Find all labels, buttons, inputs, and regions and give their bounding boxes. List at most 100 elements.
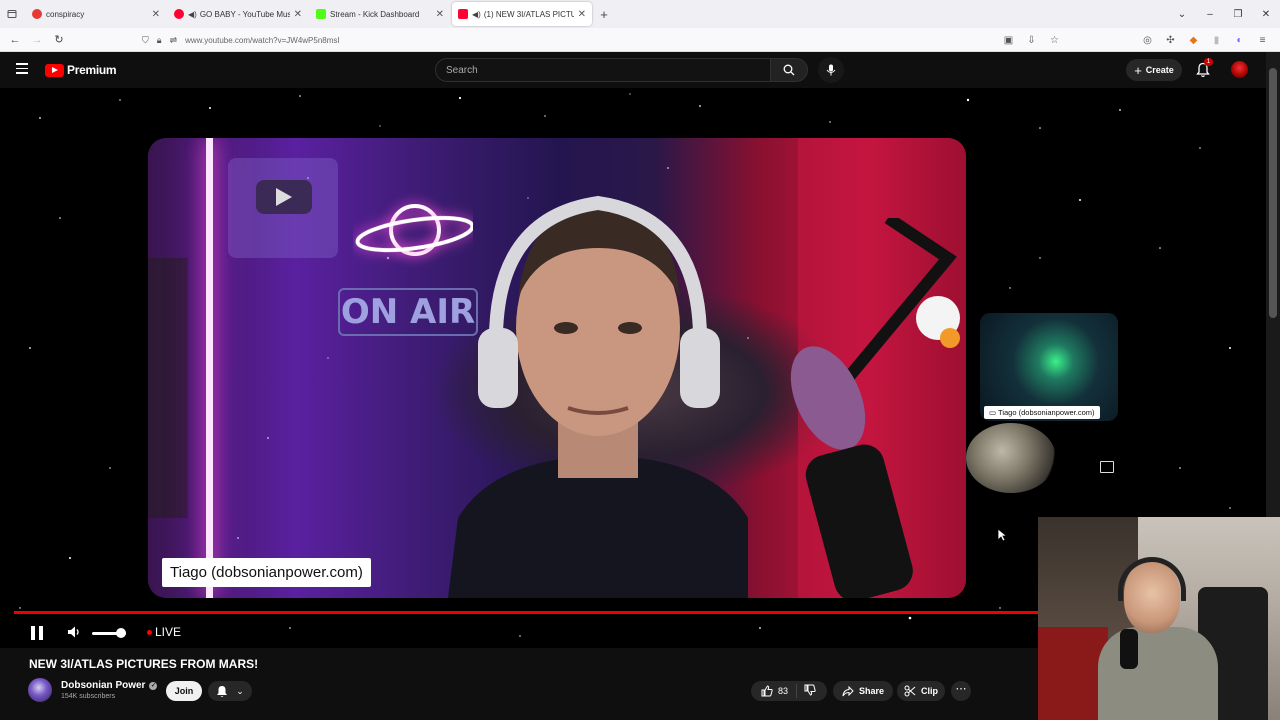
tab-list-button[interactable] [0, 0, 24, 28]
logo-text: Premium [67, 63, 117, 77]
speaker-icon[interactable]: ◀) [188, 10, 197, 19]
channel-avatar[interactable] [28, 678, 52, 702]
clip-button[interactable]: Clip [897, 681, 945, 701]
miniplayer-icon[interactable] [1100, 461, 1114, 473]
picture-in-picture-icon[interactable]: ▣ [997, 35, 1020, 46]
volume-icon[interactable] [66, 624, 82, 640]
chevron-down-icon: ⌄ [236, 685, 244, 696]
tab-youtube-music[interactable]: ◀) GO BABY - YouTube Music ✕ [168, 2, 308, 26]
search-input[interactable] [436, 59, 770, 81]
scissors-icon [904, 685, 916, 697]
share-arrow-icon [842, 685, 854, 696]
thumbs-down-icon [804, 684, 816, 696]
progress-bar[interactable] [14, 611, 1038, 614]
close-window-icon[interactable]: ✕ [1252, 9, 1280, 20]
bell-icon [217, 685, 228, 697]
player-controls: LIVE [0, 618, 1040, 648]
notification-badge: 1 [1204, 58, 1213, 66]
pip-label: ▭ Tiago (dobsonianpower.com) [984, 406, 1100, 419]
join-button[interactable]: Join [166, 681, 202, 701]
youtube-logo-icon [45, 63, 64, 77]
create-label: Create [1145, 65, 1174, 75]
dislike-button[interactable] [797, 684, 816, 698]
voice-search-button[interactable] [818, 57, 844, 83]
back-icon[interactable]: ← [4, 34, 26, 46]
share-label: Share [858, 686, 884, 696]
plus-icon: + [1134, 62, 1142, 78]
tab-close-icon[interactable]: ✕ [294, 9, 302, 20]
pip-label-text: Tiago (dobsonianpower.com) [998, 408, 1095, 417]
video-frame[interactable]: ON AIR Tiago (dobsonianpower.com) [148, 138, 966, 598]
metamask-icon[interactable]: ◆ [1182, 35, 1205, 46]
assistant-icon[interactable]: ◐ [1228, 35, 1251, 46]
youtube-premium-logo[interactable]: Premium [45, 63, 117, 77]
tab-kick-dashboard[interactable]: Stream - Kick Dashboard ✕ [310, 2, 450, 26]
lock-icon[interactable]: 🔒︎ [157, 35, 162, 46]
tab-title: conspiracy [46, 9, 85, 19]
menu-icon[interactable]: ≡ [1251, 35, 1274, 46]
volume-slider-knob[interactable] [116, 628, 126, 638]
share-button[interactable]: Share [833, 681, 893, 701]
url-text[interactable]: www.youtube.com/watch?v=JW4wP5n8msI [185, 36, 340, 45]
asteroid-image [966, 423, 1056, 493]
tab-conspiracy[interactable]: conspiracy ✕ [26, 2, 166, 26]
audio-extension-icon[interactable]: ▮ [1205, 35, 1228, 46]
scrollbar-thumb[interactable] [1269, 68, 1277, 318]
toolbar-icons: ▣ ⇩ ☆ ◎ ✣ ◆ ▮ ◐ ≡ [997, 28, 1274, 52]
tab-close-icon[interactable]: ✕ [152, 9, 160, 20]
like-button[interactable]: 83 [751, 684, 798, 698]
speaker-icon[interactable]: ◀) [472, 10, 481, 19]
tab-youtube-active[interactable]: ◀) (1) NEW 3I/ATLAS PICTURES ✕ [452, 2, 592, 26]
forward-icon[interactable]: → [26, 34, 48, 46]
more-actions-icon[interactable]: ⋯ [951, 681, 971, 701]
extensions-icon[interactable]: ✣ [1159, 35, 1182, 46]
search-box[interactable] [435, 58, 771, 82]
new-tab-button[interactable]: + [594, 7, 614, 22]
search-icon [783, 64, 795, 76]
guide-menu-icon[interactable] [16, 63, 28, 74]
live-indicator[interactable]: LIVE [147, 625, 181, 639]
thumbs-up-icon [761, 685, 773, 697]
subscribed-notification-button[interactable]: ⌄ [208, 681, 252, 701]
tab-favicon-icon [32, 9, 42, 19]
video-caption: Tiago (dobsonianpower.com) [162, 558, 371, 587]
tab-title: GO BABY - YouTube Music [199, 9, 290, 19]
tab-favicon-icon [316, 9, 326, 19]
save-page-icon[interactable]: ⇩ [1020, 35, 1043, 46]
neon-light-bar [206, 138, 213, 598]
chevron-down-icon[interactable]: ⌄ [1168, 9, 1196, 20]
monitor-icon: ▭ [989, 408, 997, 417]
bookmark-star-icon[interactable]: ☆ [1043, 35, 1066, 46]
youtube-header: Premium + Create 1 [0, 52, 1266, 88]
notifications-button[interactable]: 1 [1193, 58, 1213, 80]
tab-close-icon[interactable]: ✕ [436, 9, 444, 20]
tab-favicon-icon [174, 9, 184, 19]
account-avatar[interactable] [1231, 61, 1248, 78]
shield-icon[interactable]: ⛉ [142, 35, 149, 46]
tab-title: Stream - Kick Dashboard [330, 9, 420, 19]
live-dot-icon [147, 629, 152, 635]
channel-name-link[interactable]: Dobsonian Power ✓ [61, 680, 158, 691]
minimize-icon[interactable]: – [1196, 9, 1224, 20]
account-icon[interactable]: ◎ [1136, 35, 1159, 46]
like-dislike-group: 83 [751, 681, 827, 701]
webcam-overlay [1038, 517, 1280, 720]
webcam-microphone [1120, 629, 1138, 669]
pause-button[interactable] [30, 626, 44, 640]
volume-slider[interactable] [92, 628, 126, 638]
pause-icon [31, 626, 35, 640]
search-button[interactable] [770, 58, 808, 82]
video-title: NEW 3I/ATLAS PICTURES FROM MARS! [29, 657, 259, 671]
webcam-person-body [1098, 627, 1218, 720]
permissions-icon[interactable]: ⇌ [170, 35, 178, 46]
browser-nav-bar: ← → ↻ ⛉ 🔒︎ ⇌ www.youtube.com/watch?v=JW4… [0, 28, 1280, 52]
mouse-cursor-icon [997, 528, 1007, 542]
create-button[interactable]: + Create [1126, 59, 1182, 81]
channel-name[interactable]: Dobsonian Power [61, 680, 145, 691]
tab-close-icon[interactable]: ✕ [578, 9, 586, 20]
pause-icon [39, 626, 43, 640]
restore-icon[interactable]: ❐ [1224, 9, 1252, 20]
url-bar[interactable]: ⛉ 🔒︎ ⇌ www.youtube.com/watch?v=JW4wP5n8m… [142, 30, 1062, 50]
subscriber-count: 154K subscribers [61, 693, 116, 700]
reload-icon[interactable]: ↻ [48, 33, 70, 46]
